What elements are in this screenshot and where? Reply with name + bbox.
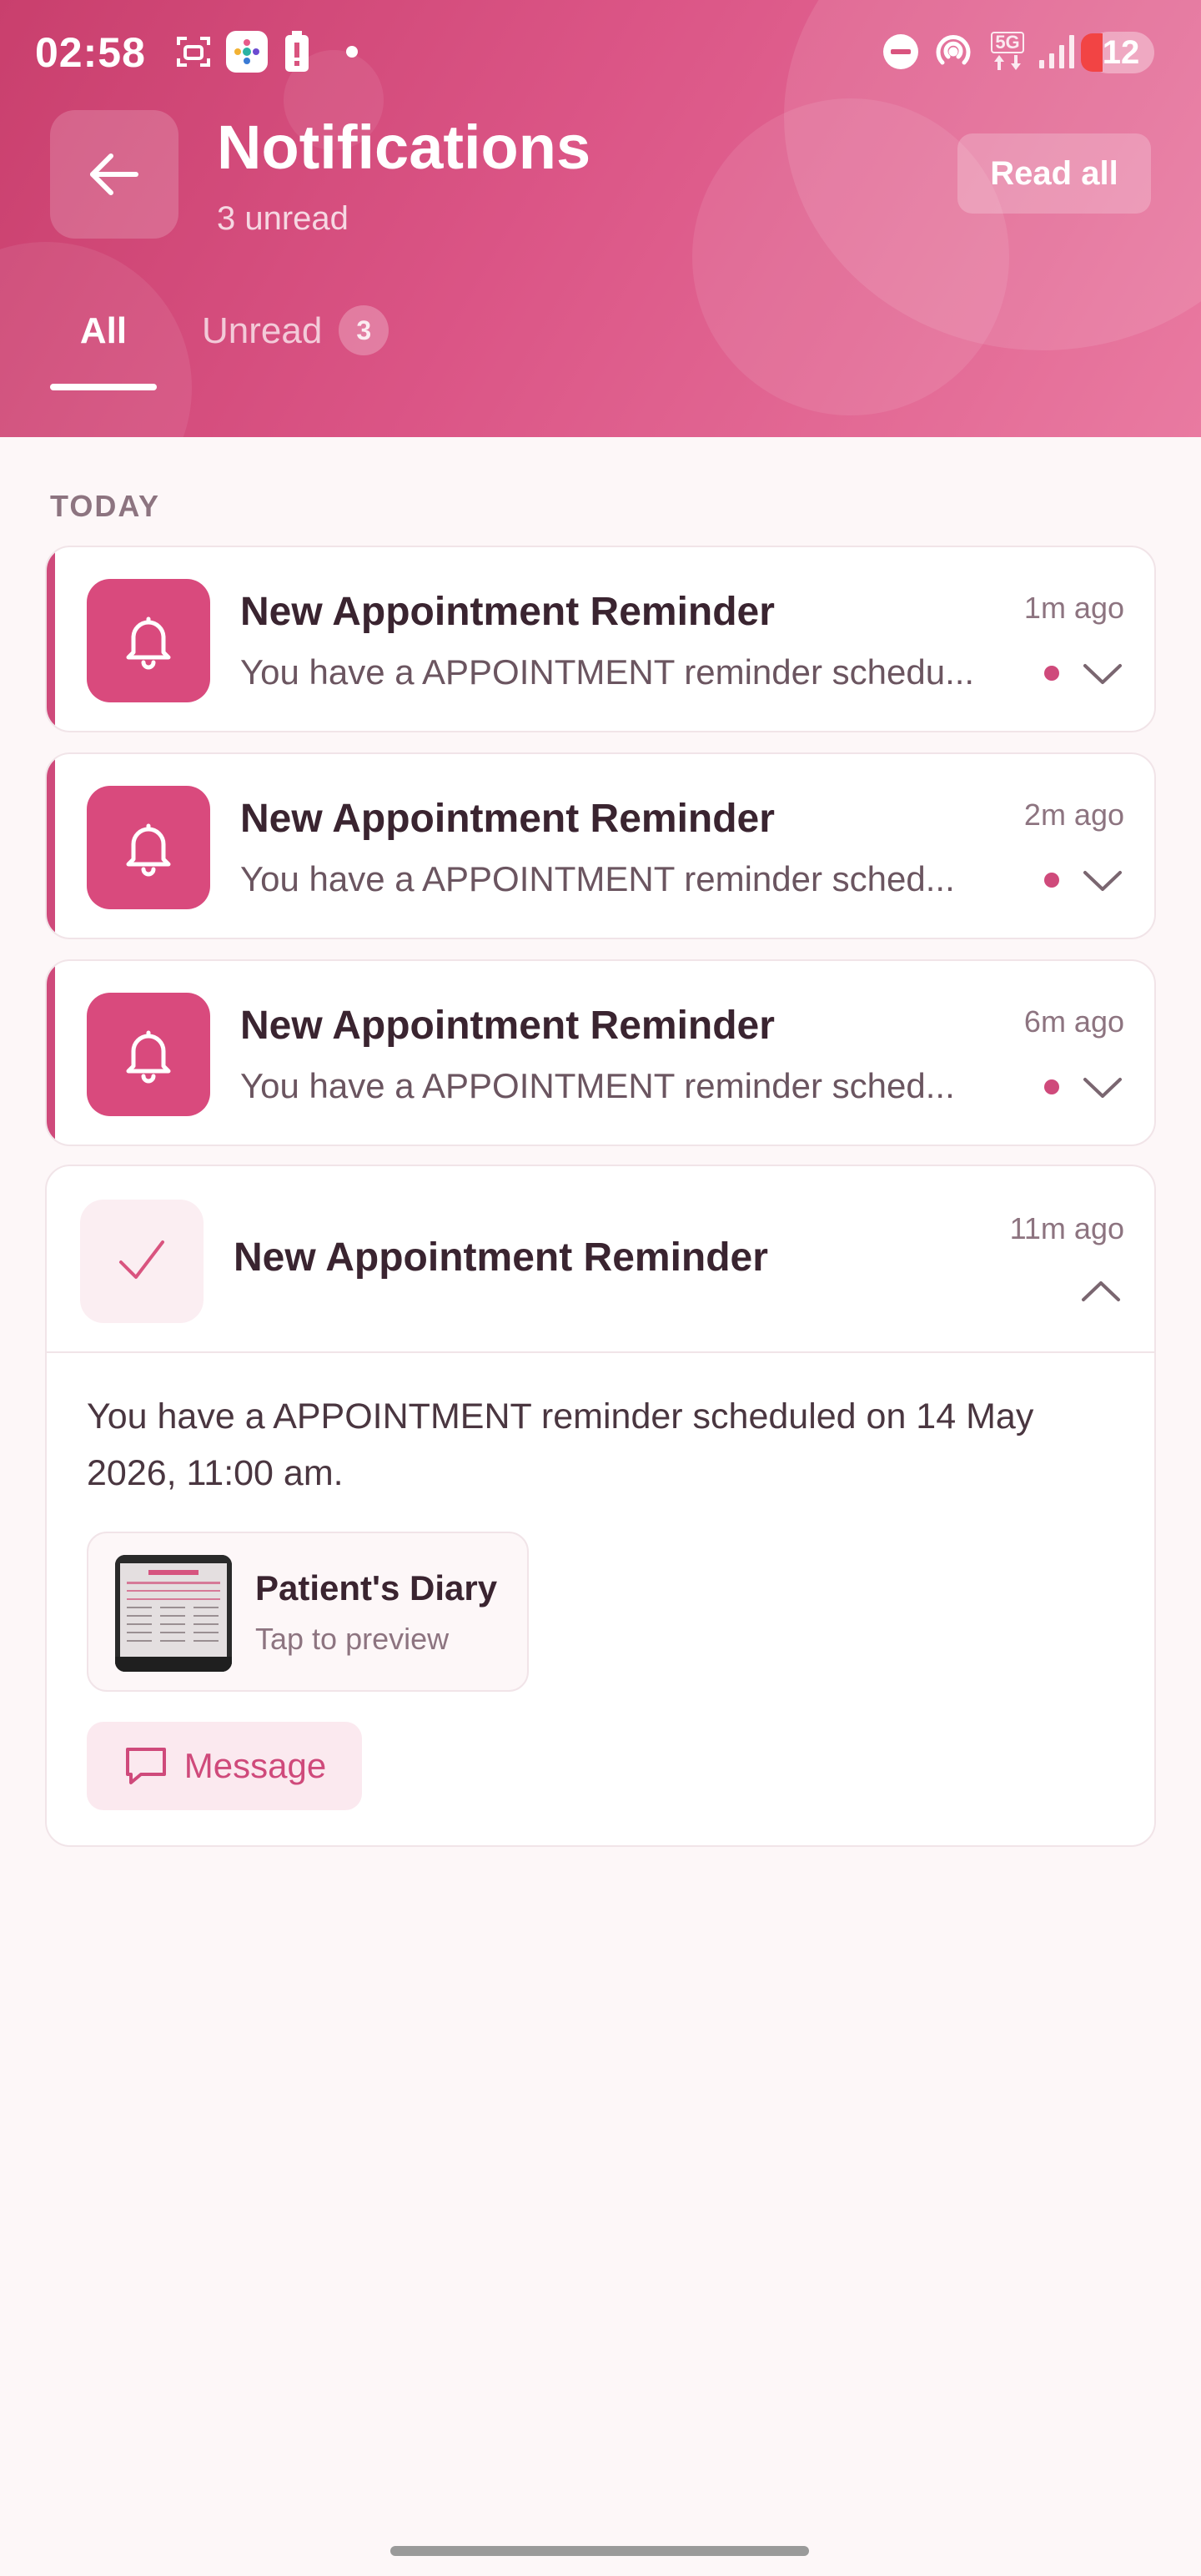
read-all-button[interactable]: Read all <box>957 133 1151 214</box>
tab-unread-label: Unread <box>202 310 323 351</box>
message-button[interactable]: Message <box>87 1722 362 1810</box>
notification-preview: You have a APPOINTMENT reminder sched... <box>240 1066 955 1105</box>
notification-dot-icon <box>340 28 364 75</box>
chat-bubble-icon <box>125 1748 166 1784</box>
section-label-today: TODAY <box>50 489 161 523</box>
dnd-icon <box>879 28 922 75</box>
attachment-thumbnail <box>115 1555 232 1672</box>
network-label: 5G <box>991 32 1024 53</box>
app-icon <box>224 28 270 75</box>
status-bar: 02:58 5G 12 <box>0 23 1201 83</box>
battery-alert-icon <box>279 28 315 75</box>
tab-all[interactable]: All <box>50 310 157 394</box>
notification-time: 11m ago <box>1009 1211 1124 1245</box>
unread-dot <box>1044 1079 1059 1094</box>
divider <box>47 1351 1154 1353</box>
attachment-card[interactable]: Patient's Diary Tap to preview <box>87 1532 529 1692</box>
status-time: 02:58 <box>35 29 146 76</box>
network-5g-icon: 5G <box>986 28 1029 75</box>
attachment-name: Patient's Diary <box>255 1568 498 1607</box>
chevron-down-icon[interactable] <box>1079 1064 1126 1111</box>
unread-dot <box>1044 666 1059 681</box>
notification-time: 2m ago <box>1023 797 1124 832</box>
notification-title: New Appointment Reminder <box>240 1004 775 1048</box>
page-title: Notifications <box>217 113 591 182</box>
attachment-hint: Tap to preview <box>255 1622 450 1656</box>
unread-count-badge: 3 <box>339 305 389 355</box>
screenshot-icon <box>170 28 217 75</box>
chevron-down-icon[interactable] <box>1079 858 1126 904</box>
message-button-label: Message <box>183 1746 327 1785</box>
chevron-down-icon[interactable] <box>1079 651 1126 697</box>
header: 02:58 5G 12 Notifications 3 unread Read … <box>0 0 1201 437</box>
signal-icon <box>1036 28 1078 75</box>
unread-dot <box>1044 873 1059 888</box>
home-indicator[interactable] <box>390 2546 809 2556</box>
bell-icon <box>87 579 210 702</box>
notification-preview: You have a APPOINTMENT reminder schedu..… <box>240 652 975 692</box>
bell-icon <box>87 786 210 909</box>
battery-low-indicator <box>1081 33 1103 72</box>
notification-body: You have a APPOINTMENT reminder schedule… <box>87 1396 1034 1493</box>
notification-title: New Appointment Reminder <box>240 797 775 841</box>
tab-unread[interactable]: Unread 3 <box>202 305 389 394</box>
active-tab-indicator <box>50 384 157 390</box>
tab-all-label: All <box>79 310 128 351</box>
notification-time: 1m ago <box>1023 591 1124 625</box>
notification-card[interactable]: New Appointment Reminder You have a APPO… <box>45 546 1156 732</box>
unread-summary: 3 unread <box>217 200 349 237</box>
arrow-left-icon <box>90 153 138 195</box>
chevron-up-icon[interactable] <box>1078 1268 1124 1315</box>
notification-title: New Appointment Reminder <box>240 590 775 634</box>
notification-title: New Appointment Reminder <box>234 1235 768 1280</box>
notification-card-expanded[interactable]: New Appointment Reminder 11m ago You hav… <box>45 1165 1156 1847</box>
check-icon <box>80 1200 204 1323</box>
notification-card[interactable]: New Appointment Reminder You have a APPO… <box>45 752 1156 939</box>
notification-time: 6m ago <box>1023 1004 1124 1039</box>
notification-card[interactable]: New Appointment Reminder You have a APPO… <box>45 959 1156 1146</box>
back-button[interactable] <box>50 110 178 239</box>
bell-icon <box>87 993 210 1116</box>
hotspot-icon <box>931 28 976 75</box>
notification-preview: You have a APPOINTMENT reminder sched... <box>240 859 955 898</box>
